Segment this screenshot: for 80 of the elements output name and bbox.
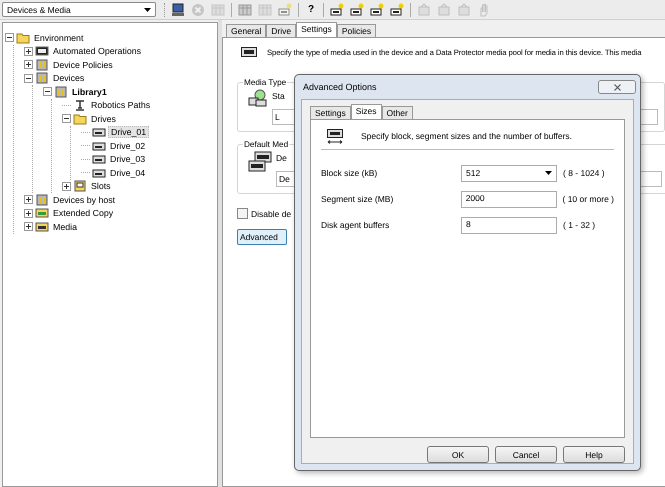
range-hint: ( 1 - 32 ): [563, 220, 596, 230]
library-icon: [35, 58, 49, 71]
tree-item[interactable]: Robotics Paths: [89, 100, 152, 110]
expander-icon[interactable]: [24, 208, 33, 218]
tree-item[interactable]: Extended Copy: [51, 208, 116, 218]
checkbox[interactable]: [237, 208, 248, 219]
library-icon: [35, 194, 49, 206]
drive-icon: [92, 153, 106, 166]
dropdown-field[interactable]: 512: [461, 164, 557, 182]
expander-icon[interactable]: [24, 222, 33, 232]
drive-icon: [92, 166, 106, 179]
range-hint: ( 8 - 1024 ): [563, 168, 605, 178]
tape-icon: [241, 46, 257, 58]
dialog-button[interactable]: Cancel: [495, 446, 557, 463]
drive-icon: [92, 126, 106, 138]
slots-icon: [73, 180, 87, 192]
field-label: Block size (kB): [321, 168, 378, 178]
tree-item[interactable]: Media: [51, 222, 79, 232]
tree-item[interactable]: Devices by host: [51, 194, 118, 205]
close-button[interactable]: [598, 80, 636, 94]
computer-icon[interactable]: [171, 2, 185, 16]
expander-icon[interactable]: [24, 74, 33, 83]
expander-icon[interactable]: [43, 87, 52, 96]
group-title: Default Med: [243, 140, 290, 149]
checkbox-label: Disable de: [251, 208, 292, 218]
library-icon: [54, 86, 68, 98]
input-field[interactable]: 8: [461, 216, 557, 234]
tape-sparkle-icon[interactable]: [370, 2, 384, 16]
field-label: Segment size (MB): [321, 194, 394, 204]
copy-icon: [35, 207, 49, 220]
caret-icon: [144, 8, 151, 12]
input-field[interactable]: 2000: [460, 190, 556, 208]
expander-icon[interactable]: [62, 182, 71, 191]
close-icon: [614, 84, 620, 90]
tree-item[interactable]: Drive_01: [108, 126, 150, 138]
help-button[interactable]: ?: [305, 4, 318, 15]
dialog-title: Advanced Options: [303, 82, 377, 92]
tab[interactable]: Policies: [336, 24, 376, 37]
expander-icon[interactable]: [24, 195, 33, 204]
tape-sparkle-icon[interactable]: [330, 2, 344, 16]
tab[interactable]: Drive: [266, 24, 296, 37]
tree-item[interactable]: Drives: [89, 114, 118, 124]
tree-item[interactable]: Drive_02: [108, 140, 148, 151]
tab[interactable]: Sizes: [350, 104, 382, 119]
tree-item[interactable]: Library1: [70, 86, 109, 97]
tree-item[interactable]: Device Policies: [51, 60, 115, 70]
tree-item[interactable]: Environment: [32, 32, 86, 43]
expander-icon[interactable]: [24, 46, 33, 56]
dialog-button[interactable]: Help: [563, 446, 625, 463]
tree-item[interactable]: Automated Operations: [51, 46, 144, 56]
expander-icon[interactable]: [5, 33, 14, 42]
view-selector[interactable]: Devices & Media: [2, 2, 156, 17]
field-label: Disk agent buffers: [321, 220, 390, 230]
tape-icon[interactable]: [350, 2, 364, 16]
monitor-icon: [35, 45, 49, 58]
disc-drive-icon: [248, 89, 268, 107]
tape-sparkle-icon[interactable]: [390, 2, 404, 16]
label-text: Sta: [272, 91, 286, 101]
expander-icon[interactable]: [62, 114, 71, 124]
range-hint: ( 10 or more ): [562, 194, 614, 204]
tree-item[interactable]: Devices: [51, 73, 86, 84]
tapes-icon: [248, 151, 272, 173]
tab[interactable]: Settings: [310, 106, 351, 119]
caret-icon: [545, 171, 552, 175]
group-title: Media Type: [243, 78, 288, 87]
expander-icon[interactable]: [24, 60, 33, 70]
tree-item[interactable]: Slots: [89, 181, 113, 192]
drive-icon: [92, 140, 106, 152]
tab[interactable]: Settings: [296, 22, 337, 37]
tree-item[interactable]: Drive_03: [108, 154, 148, 164]
advanced-button[interactable]: Advanced: [237, 229, 287, 245]
media-icon: [35, 220, 49, 233]
label-text: De: [276, 153, 288, 163]
tape-width-icon: [327, 129, 343, 145]
description-text: Specify block, segment sizes and the number of buffers.: [361, 131, 572, 141]
tree-item[interactable]: Drive_04: [108, 168, 148, 178]
tab[interactable]: Other: [382, 106, 413, 119]
tab[interactable]: General: [226, 24, 266, 37]
library-icon: [35, 72, 49, 84]
dialog-button[interactable]: OK: [427, 446, 489, 463]
